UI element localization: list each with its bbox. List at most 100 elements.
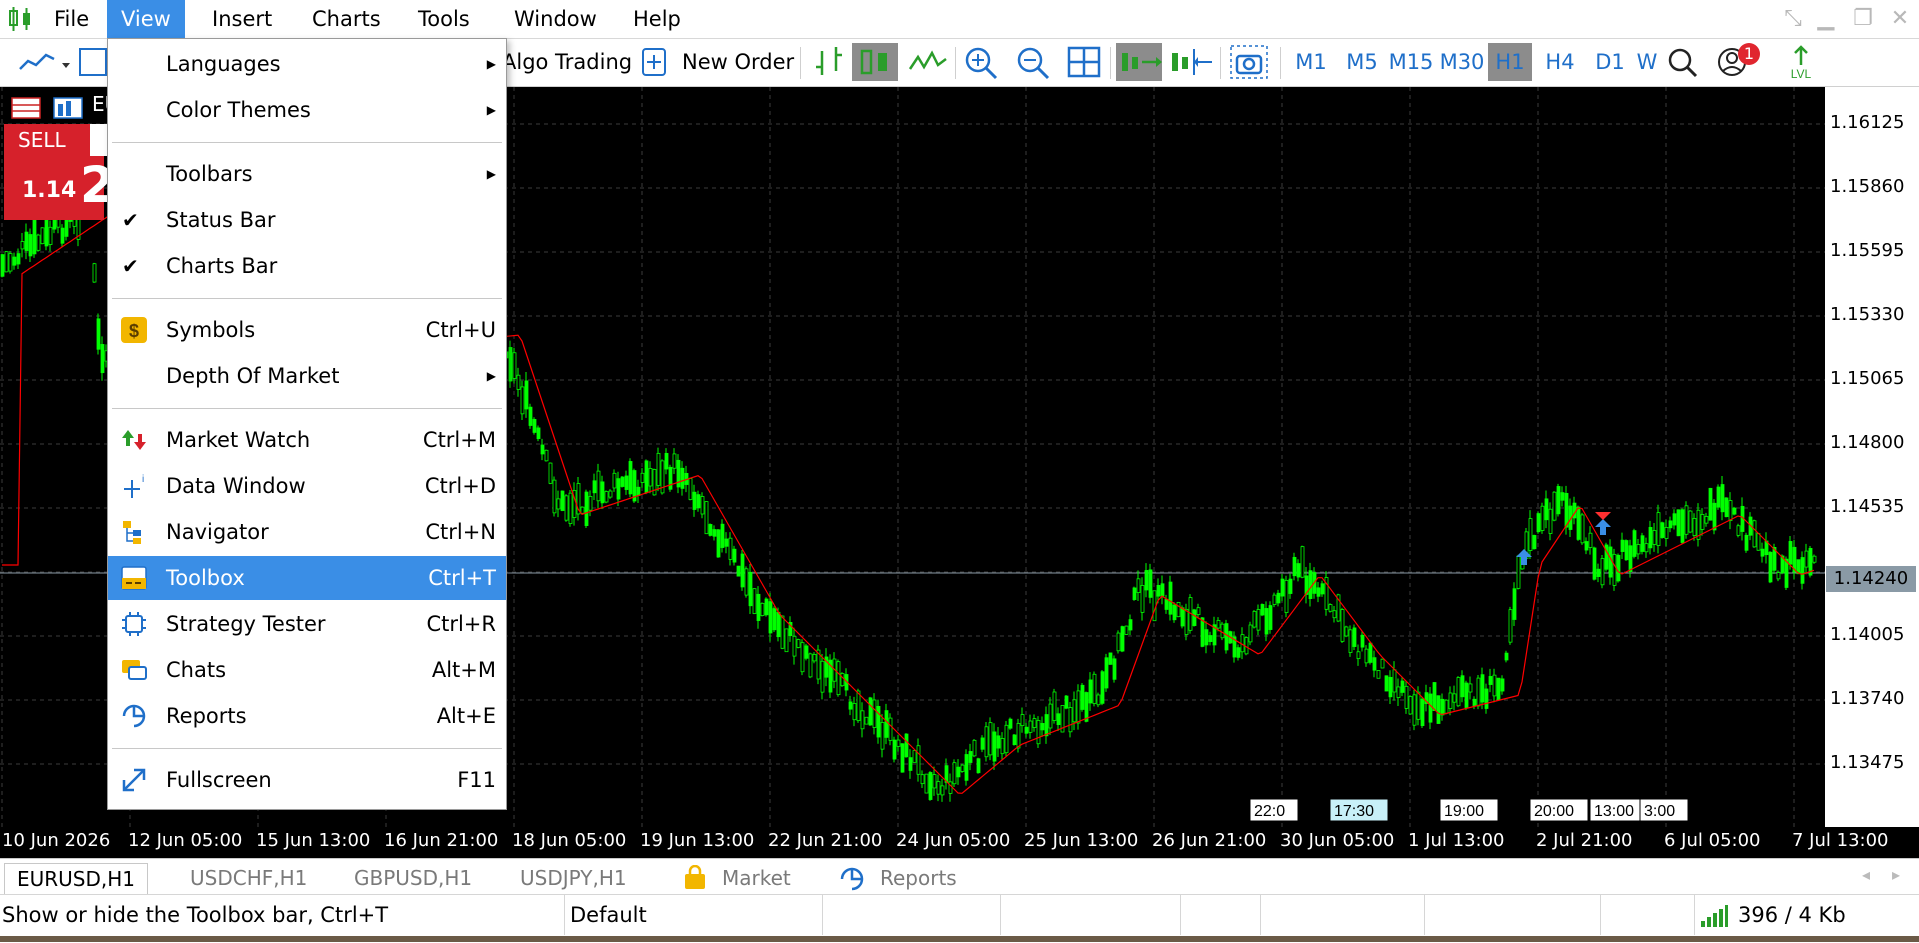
candle-body <box>4 251 9 273</box>
timeframe-w1[interactable]: W <box>1636 43 1658 81</box>
screenshot-icon[interactable] <box>1228 43 1270 81</box>
view-menu-toolbox[interactable]: Toolbox Ctrl+T <box>108 556 506 600</box>
view-menu-color-themes[interactable]: Color Themes ▶ <box>108 88 506 132</box>
view-menu-chats[interactable]: Chats Alt+M <box>108 648 506 692</box>
candle-body <box>1008 718 1013 729</box>
tab-gbpusd[interactable]: GBPUSD,H1 <box>354 863 472 893</box>
zoom-in-icon[interactable] <box>962 43 1002 81</box>
candle-body <box>40 227 45 245</box>
search-icon[interactable] <box>1666 43 1700 81</box>
auto-scroll-icon[interactable] <box>1116 43 1162 81</box>
tab-reports[interactable]: Reports <box>880 863 957 893</box>
close-icon[interactable]: ✕ <box>1887 6 1913 32</box>
view-menu-languages[interactable]: Languages ▶ <box>108 42 506 86</box>
menu-tools[interactable]: Tools <box>404 0 484 38</box>
bar-chart-icon[interactable] <box>812 43 846 81</box>
tab-scroll-left-icon[interactable]: ◂ <box>1862 865 1870 884</box>
view-menu-navigator[interactable]: Navigator Ctrl+N <box>108 510 506 554</box>
view-menu-charts-bar[interactable]: ✔ Charts Bar <box>108 244 506 288</box>
timeframe-m1[interactable]: M1 <box>1290 43 1332 81</box>
view-menu-status-bar[interactable]: ✔ Status Bar <box>108 198 506 242</box>
view-menu-data-window[interactable]: i Data Window Ctrl+D <box>108 464 506 508</box>
chats-icon <box>122 660 147 680</box>
candle-body <box>956 766 961 778</box>
candle-body <box>688 478 693 500</box>
tile-windows-icon[interactable] <box>1066 43 1102 81</box>
view-menu-market-watch[interactable]: Market Watch Ctrl+M <box>108 418 506 462</box>
candle-body <box>940 785 945 796</box>
candle-body <box>1148 569 1153 598</box>
timeframe-h4[interactable]: H4 <box>1538 43 1582 81</box>
chart-icon[interactable] <box>78 43 108 81</box>
lvl-icon[interactable]: LVL <box>1784 43 1818 81</box>
view-menu-toolbars[interactable]: Toolbars ▶ <box>108 152 506 196</box>
candle-body <box>804 645 809 659</box>
price-label: 1.14535 <box>1830 496 1905 517</box>
view-menu-depth-of-market[interactable]: Depth Of Market ▶ <box>108 354 506 398</box>
timeframe-m30[interactable]: M30 <box>1436 43 1488 81</box>
time-label: 10 Jun 2026 <box>2 830 111 851</box>
tab-usdchf[interactable]: USDCHF,H1 <box>190 863 307 893</box>
candle-body <box>1392 669 1397 693</box>
menu-charts[interactable]: Charts <box>298 0 395 38</box>
maximize-icon[interactable]: ❐ <box>1850 6 1876 32</box>
candle-body <box>712 529 717 537</box>
candle-body <box>556 498 561 510</box>
candle-body <box>1632 530 1637 557</box>
zoom-out-icon[interactable] <box>1014 43 1054 81</box>
algo-trading-button[interactable]: Algo Trading <box>502 43 632 81</box>
tab-scroll-right-icon[interactable]: ▸ <box>1892 865 1900 884</box>
timeframe-h1[interactable]: H1 <box>1488 43 1532 81</box>
tab-market[interactable]: Market <box>722 863 791 893</box>
new-order-icon[interactable] <box>640 43 668 81</box>
menu-window[interactable]: Window <box>500 0 611 38</box>
candle-body <box>1140 585 1145 613</box>
menu-file[interactable]: File <box>40 0 103 38</box>
candle-body <box>928 772 933 800</box>
candle-body <box>764 598 769 616</box>
sell-price-box[interactable]: 1.14 2 <box>4 156 115 220</box>
candle-body <box>584 491 589 527</box>
candle-body <box>12 256 17 266</box>
restore-tool-icon[interactable]: ⤡ <box>1780 6 1806 32</box>
candle-body <box>616 478 621 500</box>
trade-panel-icon[interactable] <box>10 96 44 120</box>
candle-body <box>884 710 889 738</box>
view-menu-symbols[interactable]: $ Symbols Ctrl+U <box>108 308 506 352</box>
symbol-panel-icon[interactable] <box>52 96 86 120</box>
candle-body <box>896 739 901 747</box>
line-chart-icon[interactable] <box>908 43 948 81</box>
timeframe-d1[interactable]: D1 <box>1588 43 1632 81</box>
candle-body <box>1016 723 1021 749</box>
menu-help[interactable]: Help <box>619 0 695 38</box>
candle-body <box>932 774 937 789</box>
candle-body <box>1692 518 1697 536</box>
candle-body <box>508 347 513 382</box>
tab-usdjpy[interactable]: USDJPY,H1 <box>520 863 627 893</box>
view-menu-fullscreen[interactable]: Fullscreen F11 <box>108 758 506 802</box>
sell-button[interactable]: SELL <box>4 124 90 156</box>
candlestick-chart-icon[interactable] <box>852 43 898 81</box>
price-label: 1.15330 <box>1830 304 1905 325</box>
candle-body <box>936 781 941 795</box>
view-menu-reports[interactable]: Reports Alt+E <box>108 694 506 738</box>
timeframe-m15[interactable]: M15 <box>1386 43 1436 81</box>
line-chart-dropdown-icon[interactable] <box>18 43 70 81</box>
view-menu-strategy-tester[interactable]: Strategy Tester Ctrl+R <box>108 602 506 646</box>
candle-body <box>1800 557 1805 584</box>
new-order-button[interactable]: New Order <box>682 43 794 81</box>
chart-shift-icon[interactable] <box>1168 43 1214 81</box>
tab-eurusd[interactable]: EURUSD,H1 <box>4 863 149 894</box>
menu-view[interactable]: View <box>107 0 185 38</box>
svg-text:LVL: LVL <box>1791 67 1812 81</box>
candle-body <box>1056 713 1061 725</box>
candle-body <box>1620 539 1625 552</box>
timeframe-m5[interactable]: M5 <box>1340 43 1384 81</box>
candle-body <box>588 495 593 511</box>
time-label: 18 Jun 05:00 <box>512 830 627 851</box>
status-profile[interactable]: Default <box>570 903 647 927</box>
view-menu-dropdown: Languages ▶ Color Themes ▶ Toolbars ▶ ✔ Stat… <box>107 38 507 810</box>
menu-insert[interactable]: Insert <box>198 0 286 38</box>
minimize-icon[interactable]: ▁ <box>1813 6 1839 32</box>
reports-tab-icon <box>840 867 864 891</box>
